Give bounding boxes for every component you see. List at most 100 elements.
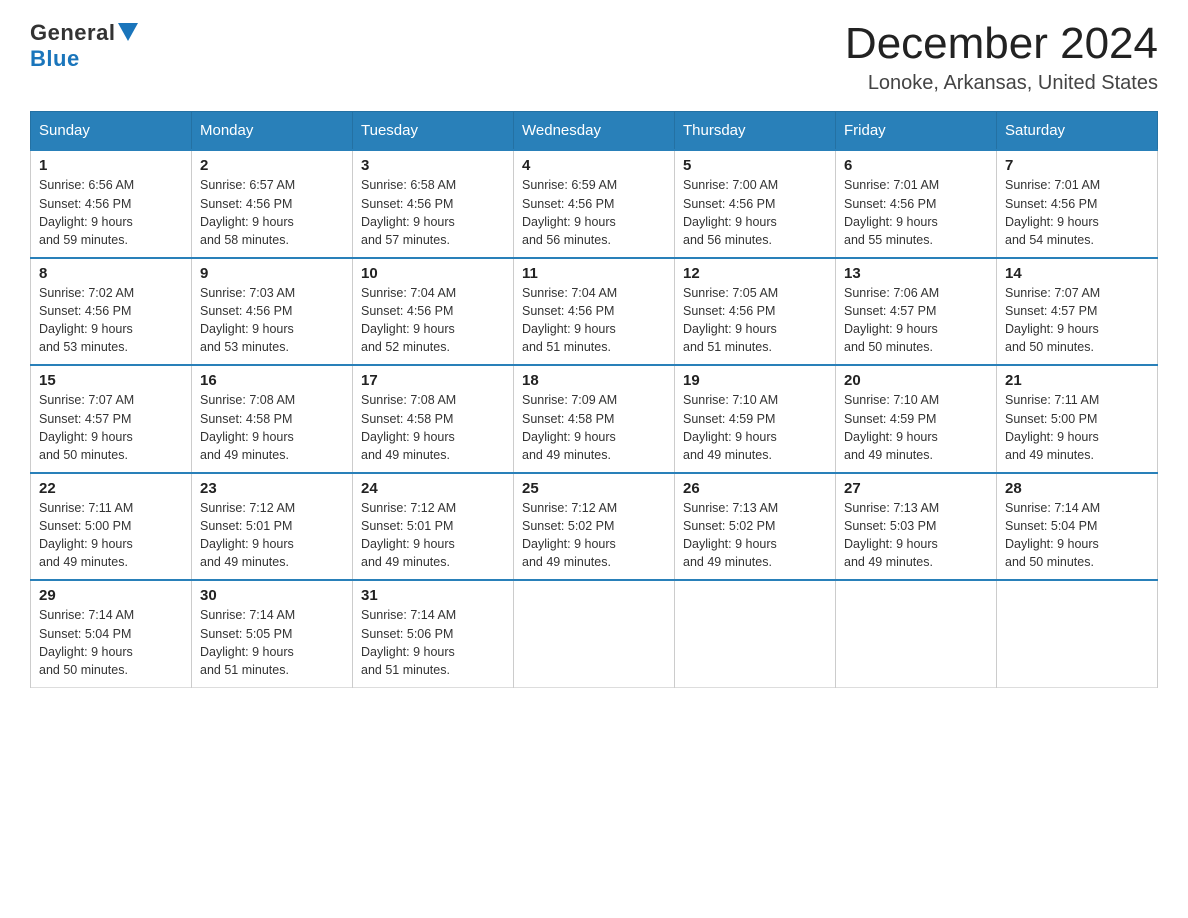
logo-blue-text: Blue (30, 46, 80, 72)
calendar-cell: 20 Sunrise: 7:10 AM Sunset: 4:59 PM Dayli… (836, 365, 997, 473)
calendar-cell: 8Sunrise: 7:02 AM Sunset: 4:56 PM Daylig… (31, 258, 192, 366)
weekday-header-thursday: Thursday (675, 112, 836, 151)
day-info: Sunrise: 7:13 AM Sunset: 5:03 PM Dayligh… (844, 499, 988, 572)
logo: General Blue (30, 20, 138, 72)
calendar-week-row: 22 Sunrise: 7:11 AM Sunset: 5:00 PM Dayli… (31, 473, 1158, 581)
day-info: Sunrise: 7:14 AM Sunset: 5:06 PM Dayligh… (361, 606, 505, 679)
calendar-cell: 15Sunrise: 7:07 AM Sunset: 4:57 PM Dayli… (31, 365, 192, 473)
day-number: 17 (361, 372, 505, 389)
day-info: Sunrise: 6:59 AM Sunset: 4:56 PM Dayligh… (522, 176, 666, 249)
day-number: 11 (522, 265, 666, 282)
day-info: Sunrise: 7:10 AM Sunset: 4:59 PM Dayligh… (844, 391, 988, 464)
calendar-cell: 30 Sunrise: 7:14 AM Sunset: 5:05 PM Dayli… (192, 580, 353, 687)
calendar-cell: 10 Sunrise: 7:04 AM Sunset: 4:56 PM Dayli… (353, 258, 514, 366)
calendar-cell: 4 Sunrise: 6:59 AM Sunset: 4:56 PM Daylig… (514, 150, 675, 258)
calendar-cell: 31Sunrise: 7:14 AM Sunset: 5:06 PM Dayli… (353, 580, 514, 687)
day-info: Sunrise: 7:04 AM Sunset: 4:56 PM Dayligh… (361, 284, 505, 357)
calendar-week-row: 29 Sunrise: 7:14 AM Sunset: 5:04 PM Dayli… (31, 580, 1158, 687)
day-number: 12 (683, 265, 827, 282)
calendar-week-row: 1 Sunrise: 6:56 AM Sunset: 4:56 PM Daylig… (31, 150, 1158, 258)
calendar-cell: 11 Sunrise: 7:04 AM Sunset: 4:56 PM Dayli… (514, 258, 675, 366)
calendar-cell: 12 Sunrise: 7:05 AM Sunset: 4:56 PM Dayli… (675, 258, 836, 366)
day-info: Sunrise: 7:11 AM Sunset: 5:00 PM Dayligh… (1005, 391, 1149, 464)
day-info: Sunrise: 7:02 AM Sunset: 4:56 PM Dayligh… (39, 284, 183, 357)
day-info: Sunrise: 7:12 AM Sunset: 5:01 PM Dayligh… (361, 499, 505, 572)
day-info: Sunrise: 7:14 AM Sunset: 5:04 PM Dayligh… (39, 606, 183, 679)
day-info: Sunrise: 7:11 AM Sunset: 5:00 PM Dayligh… (39, 499, 183, 572)
calendar-cell: 28Sunrise: 7:14 AM Sunset: 5:04 PM Dayli… (997, 473, 1158, 581)
calendar-cell: 9 Sunrise: 7:03 AM Sunset: 4:56 PM Daylig… (192, 258, 353, 366)
day-number: 23 (200, 480, 344, 497)
calendar-cell: 25 Sunrise: 7:12 AM Sunset: 5:02 PM Dayli… (514, 473, 675, 581)
title-section: December 2024 Lonoke, Arkansas, United S… (845, 20, 1158, 95)
day-info: Sunrise: 6:56 AM Sunset: 4:56 PM Dayligh… (39, 176, 183, 249)
weekday-header-monday: Monday (192, 112, 353, 151)
day-info: Sunrise: 7:04 AM Sunset: 4:56 PM Dayligh… (522, 284, 666, 357)
calendar-cell: 18Sunrise: 7:09 AM Sunset: 4:58 PM Dayli… (514, 365, 675, 473)
day-info: Sunrise: 7:12 AM Sunset: 5:01 PM Dayligh… (200, 499, 344, 572)
page-header: General Blue December 2024 Lonoke, Arkan… (30, 20, 1158, 95)
calendar-table: SundayMondayTuesdayWednesdayThursdayFrid… (30, 111, 1158, 688)
day-info: Sunrise: 7:14 AM Sunset: 5:04 PM Dayligh… (1005, 499, 1149, 572)
calendar-cell: 17 Sunrise: 7:08 AM Sunset: 4:58 PM Dayli… (353, 365, 514, 473)
day-number: 16 (200, 372, 344, 389)
day-info: Sunrise: 7:03 AM Sunset: 4:56 PM Dayligh… (200, 284, 344, 357)
calendar-header: SundayMondayTuesdayWednesdayThursdayFrid… (31, 112, 1158, 151)
day-info: Sunrise: 7:07 AM Sunset: 4:57 PM Dayligh… (1005, 284, 1149, 357)
calendar-week-row: 8Sunrise: 7:02 AM Sunset: 4:56 PM Daylig… (31, 258, 1158, 366)
day-info: Sunrise: 7:08 AM Sunset: 4:58 PM Dayligh… (200, 391, 344, 464)
day-number: 4 (522, 157, 666, 174)
day-info: Sunrise: 7:10 AM Sunset: 4:59 PM Dayligh… (683, 391, 827, 464)
calendar-cell: 1 Sunrise: 6:56 AM Sunset: 4:56 PM Daylig… (31, 150, 192, 258)
calendar-cell: 2Sunrise: 6:57 AM Sunset: 4:56 PM Daylig… (192, 150, 353, 258)
day-number: 22 (39, 480, 183, 497)
day-number: 10 (361, 265, 505, 282)
day-number: 30 (200, 587, 344, 604)
day-number: 21 (1005, 372, 1149, 389)
calendar-week-row: 15Sunrise: 7:07 AM Sunset: 4:57 PM Dayli… (31, 365, 1158, 473)
day-info: Sunrise: 7:08 AM Sunset: 4:58 PM Dayligh… (361, 391, 505, 464)
day-info: Sunrise: 6:58 AM Sunset: 4:56 PM Dayligh… (361, 176, 505, 249)
day-number: 27 (844, 480, 988, 497)
weekday-header-wednesday: Wednesday (514, 112, 675, 151)
day-number: 25 (522, 480, 666, 497)
day-number: 26 (683, 480, 827, 497)
day-number: 2 (200, 157, 344, 174)
day-number: 6 (844, 157, 988, 174)
day-info: Sunrise: 7:14 AM Sunset: 5:05 PM Dayligh… (200, 606, 344, 679)
calendar-cell: 27 Sunrise: 7:13 AM Sunset: 5:03 PM Dayli… (836, 473, 997, 581)
calendar-cell: 14Sunrise: 7:07 AM Sunset: 4:57 PM Dayli… (997, 258, 1158, 366)
calendar-cell (514, 580, 675, 687)
calendar-cell: 13 Sunrise: 7:06 AM Sunset: 4:57 PM Dayli… (836, 258, 997, 366)
day-number: 20 (844, 372, 988, 389)
day-number: 24 (361, 480, 505, 497)
weekday-header-sunday: Sunday (31, 112, 192, 151)
calendar-cell: 23 Sunrise: 7:12 AM Sunset: 5:01 PM Dayli… (192, 473, 353, 581)
day-number: 7 (1005, 157, 1149, 174)
day-number: 9 (200, 265, 344, 282)
calendar-cell: 22 Sunrise: 7:11 AM Sunset: 5:00 PM Dayli… (31, 473, 192, 581)
day-number: 18 (522, 372, 666, 389)
weekday-header-row: SundayMondayTuesdayWednesdayThursdayFrid… (31, 112, 1158, 151)
day-info: Sunrise: 7:13 AM Sunset: 5:02 PM Dayligh… (683, 499, 827, 572)
calendar-cell: 7Sunrise: 7:01 AM Sunset: 4:56 PM Daylig… (997, 150, 1158, 258)
day-number: 29 (39, 587, 183, 604)
day-info: Sunrise: 7:06 AM Sunset: 4:57 PM Dayligh… (844, 284, 988, 357)
day-number: 1 (39, 157, 183, 174)
day-number: 3 (361, 157, 505, 174)
calendar-body: 1 Sunrise: 6:56 AM Sunset: 4:56 PM Daylig… (31, 150, 1158, 687)
day-info: Sunrise: 7:12 AM Sunset: 5:02 PM Dayligh… (522, 499, 666, 572)
calendar-cell: 19Sunrise: 7:10 AM Sunset: 4:59 PM Dayli… (675, 365, 836, 473)
calendar-cell: 21 Sunrise: 7:11 AM Sunset: 5:00 PM Dayli… (997, 365, 1158, 473)
day-info: Sunrise: 7:05 AM Sunset: 4:56 PM Dayligh… (683, 284, 827, 357)
calendar-cell: 6 Sunrise: 7:01 AM Sunset: 4:56 PM Daylig… (836, 150, 997, 258)
day-info: Sunrise: 7:01 AM Sunset: 4:56 PM Dayligh… (844, 176, 988, 249)
logo-triangle-icon (118, 23, 138, 41)
day-number: 15 (39, 372, 183, 389)
calendar-cell: 26 Sunrise: 7:13 AM Sunset: 5:02 PM Dayli… (675, 473, 836, 581)
calendar-cell (836, 580, 997, 687)
calendar-cell: 5Sunrise: 7:00 AM Sunset: 4:56 PM Daylig… (675, 150, 836, 258)
day-info: Sunrise: 7:00 AM Sunset: 4:56 PM Dayligh… (683, 176, 827, 249)
day-number: 13 (844, 265, 988, 282)
calendar-cell: 29 Sunrise: 7:14 AM Sunset: 5:04 PM Dayli… (31, 580, 192, 687)
